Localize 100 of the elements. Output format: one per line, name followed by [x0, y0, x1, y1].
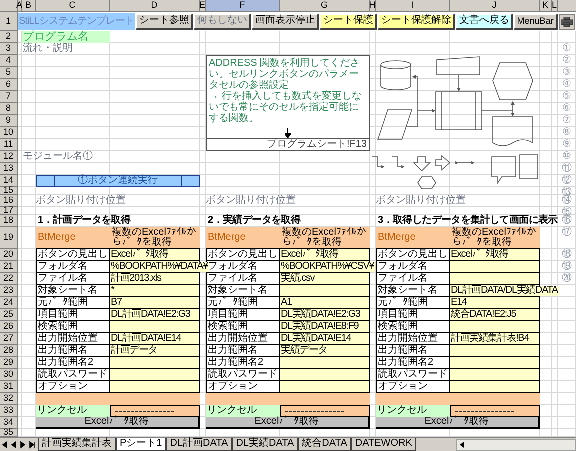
row-header[interactable]: 5: [0, 67, 18, 79]
row-marker: ⑱: [561, 249, 573, 260]
toolbar-button[interactable]: 文書へ戻る: [456, 14, 514, 30]
row-marker: ⑲: [561, 261, 573, 272]
parameter-label: 項目範囲: [36, 309, 110, 321]
column-header[interactable]: G: [280, 0, 370, 12]
program-name-cell: プログラム名: [22, 31, 110, 43]
sheet-tab[interactable]: 計画実績集計表: [38, 438, 116, 451]
row-header[interactable]: 32: [0, 393, 18, 405]
parameter-label: 対象シート名: [376, 285, 450, 297]
sheet-tab[interactable]: 統合DATA: [298, 438, 352, 451]
row-header[interactable]: 30: [0, 369, 18, 381]
parameter-value: 計画2013.xls: [110, 274, 162, 284]
run-all-button[interactable]: ①ボタン連続実行: [36, 175, 200, 187]
parameter-label: 検索範囲: [376, 321, 450, 333]
row-header[interactable]: 4: [0, 55, 18, 67]
row-marker: ⑭: [561, 195, 573, 206]
parameter-label: ボタンの見出し: [36, 249, 110, 261]
column-header[interactable]: K: [540, 0, 552, 12]
row-header[interactable]: 19: [0, 227, 18, 249]
row-header[interactable]: 29: [0, 357, 18, 369]
column-header[interactable]: C: [36, 0, 110, 12]
sheet-tab[interactable]: DL実績DATA: [232, 438, 298, 451]
column-header[interactable]: L: [552, 0, 558, 12]
row-header[interactable]: 2: [0, 31, 18, 43]
row-header[interactable]: 9: [0, 115, 18, 127]
parameter-label: 出力開始位置: [36, 333, 110, 345]
parameter-label: 出力開始位置: [376, 333, 450, 345]
parameter-label: 元ﾃﾞｰﾀ範囲: [376, 297, 450, 309]
row-header[interactable]: 22: [0, 273, 18, 285]
parameter-label: オプション: [36, 381, 110, 393]
paste-position-label: ボタン貼り付け位置: [206, 195, 297, 207]
header-cell: BtMerge: [206, 227, 280, 249]
row-header[interactable]: 28: [0, 345, 18, 357]
section-heading: 3．取得したデータを集計して画面に表示: [377, 215, 558, 226]
column-header[interactable]: I: [376, 0, 450, 12]
row-header[interactable]: 12: [0, 151, 18, 163]
row-header[interactable]: 6: [0, 79, 18, 91]
toolbar-button[interactable]: シート保護解除: [378, 14, 456, 30]
row-header[interactable]: 13: [0, 163, 18, 175]
column-header[interactable]: F: [206, 0, 280, 12]
parameter-label: 元ﾃﾞｰﾀ範囲: [206, 297, 280, 309]
column-header[interactable]: J: [450, 0, 540, 12]
template-title: StiLLシステムテンプレート: [18, 13, 136, 30]
sheet-tab[interactable]: DL計画DATA: [166, 438, 232, 451]
description-cell: 複数のExcelﾌｧｲﾙからﾃﾞｰﾀを取得: [110, 227, 200, 249]
row-header[interactable]: 3: [0, 43, 18, 55]
column-header[interactable]: D: [110, 0, 200, 12]
parameter-value: DL計画DATA!E2:G3: [110, 310, 192, 320]
row-header[interactable]: 25: [0, 309, 18, 321]
column-header[interactable]: B: [22, 0, 36, 12]
header-cell: BtMerge: [376, 227, 450, 249]
row-header[interactable]: 31: [0, 381, 18, 393]
parameter-value: %BOOKPATH%¥CSV¥: [280, 262, 376, 272]
row-marker: ③: [562, 67, 572, 79]
paste-position-label: ボタン貼り付け位置: [376, 195, 467, 207]
note-text: → 行を挿入しても数式を変更しないでも常にそのセルを指定可能にする関数。: [209, 91, 363, 124]
link-cell-label: リンクセル: [206, 405, 280, 417]
row-header[interactable]: 14: [0, 175, 18, 187]
parameter-label: 出力開始位置: [206, 333, 280, 345]
row-header[interactable]: 7: [0, 91, 18, 103]
row-header[interactable]: 10: [0, 127, 18, 139]
row-header[interactable]: 16: [0, 195, 18, 207]
toolbar-button[interactable]: 画面表示停止: [252, 14, 320, 30]
row-marker: ⑥: [562, 103, 572, 115]
parameter-value: B7: [110, 298, 123, 308]
parameter-value: DL計画DATA!E14: [110, 334, 182, 344]
toolbar-button[interactable]: シート保護: [320, 14, 378, 30]
row-header[interactable]: 21: [0, 261, 18, 273]
row-header[interactable]: 17: [0, 207, 18, 215]
parameter-value: 計画データ: [110, 346, 159, 356]
parameter-value: 計画実績集計表!B4: [450, 334, 530, 344]
row-header[interactable]: 24: [0, 297, 18, 309]
row-header[interactable]: 34: [0, 417, 18, 429]
row-header[interactable]: 1: [0, 12, 18, 31]
row-header[interactable]: 11: [0, 139, 18, 151]
row-header[interactable]: 20: [0, 249, 18, 261]
sheet-tab[interactable]: Pシート1: [116, 438, 166, 451]
toolbar-button[interactable]: MenuBar: [514, 14, 558, 30]
row-header[interactable]: 27: [0, 333, 18, 345]
link-cell-label: リンクセル: [36, 405, 110, 417]
parameter-label: ファイル名: [206, 273, 280, 285]
column-header[interactable]: E: [200, 0, 206, 12]
row-header[interactable]: 15: [0, 187, 18, 195]
row-header[interactable]: 8: [0, 103, 18, 115]
column-header[interactable]: H: [370, 0, 376, 12]
parameter-label: オプション: [206, 381, 280, 393]
row-header[interactable]: 23: [0, 285, 18, 297]
row-marker: ①: [562, 43, 572, 55]
parameter-label: ボタンの見出し: [376, 249, 450, 261]
parameter-label: 検索範囲: [36, 321, 110, 333]
row-header[interactable]: 35: [0, 429, 18, 437]
toolbar-button[interactable]: シート参照: [136, 14, 194, 30]
row-header[interactable]: 33: [0, 405, 18, 417]
parameter-label: ボタンの見出し: [206, 249, 280, 261]
row-header[interactable]: 26: [0, 321, 18, 333]
row-header[interactable]: 18: [0, 215, 18, 227]
parameter-value: A1: [280, 298, 293, 308]
parameter-label: 元ﾃﾞｰﾀ範囲: [36, 297, 110, 309]
sheet-tab[interactable]: DATEWORK: [351, 438, 416, 451]
